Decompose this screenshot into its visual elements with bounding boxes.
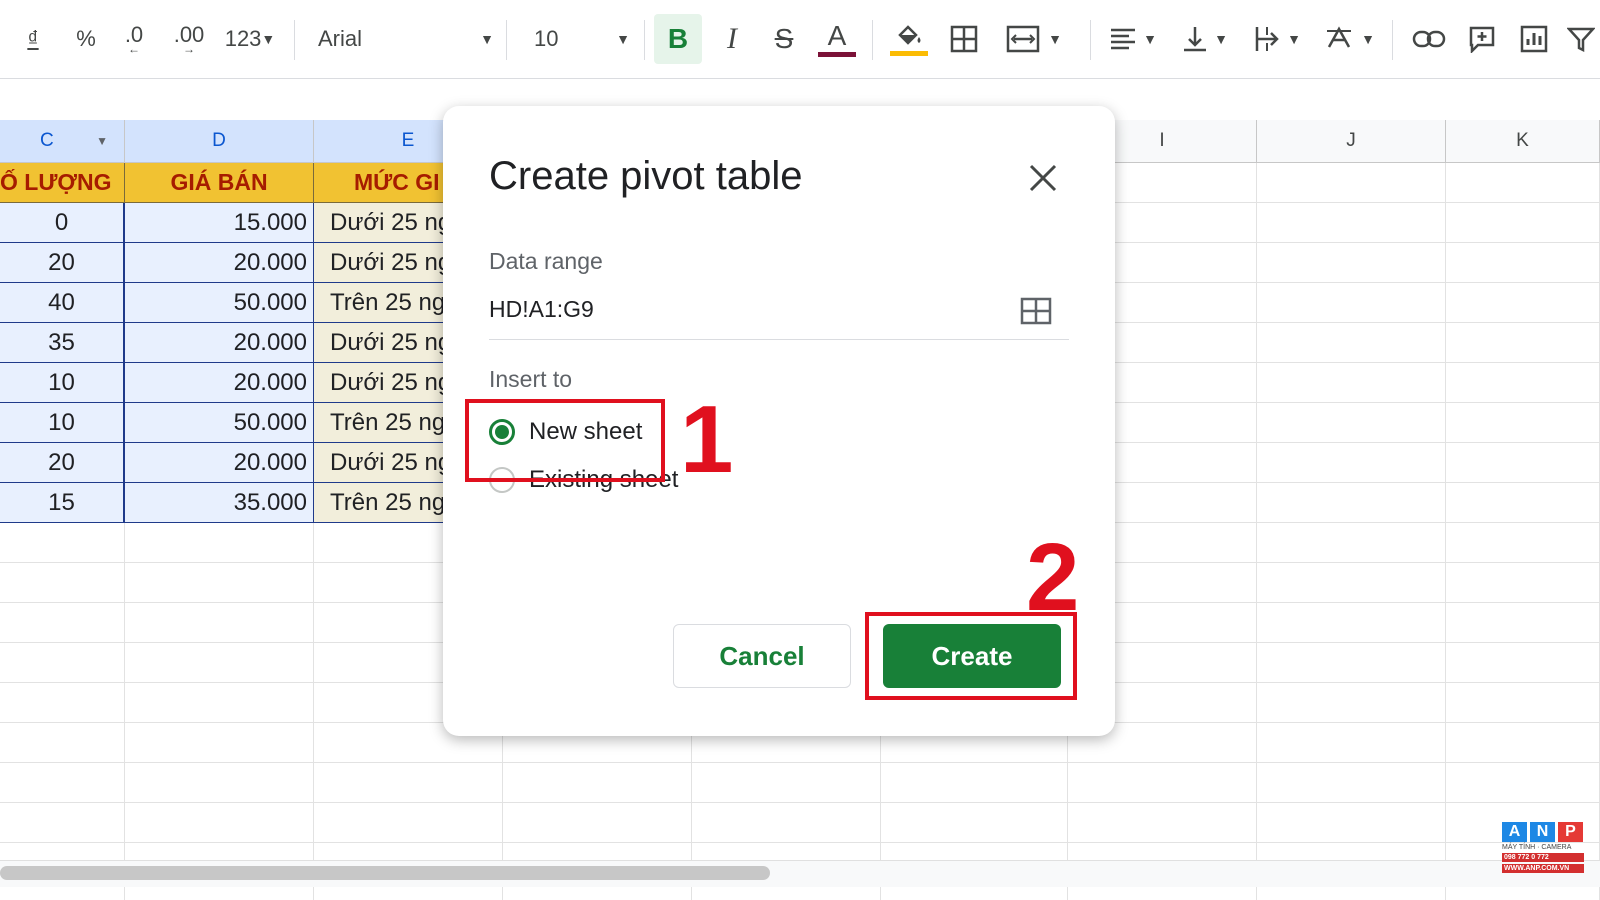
- logo-tagline: MÁY TÍNH · CAMERA: [1502, 844, 1572, 851]
- insert-to-label: Insert to: [489, 366, 573, 392]
- annotation-step-2: 2: [1026, 524, 1080, 631]
- cancel-button[interactable]: Cancel: [673, 624, 851, 688]
- logo-phone: 098 772 0 772: [1502, 853, 1584, 862]
- close-icon: [1029, 164, 1057, 192]
- data-range-input[interactable]: HD!A1:G9: [489, 296, 594, 323]
- dialog-title: Create pivot table: [489, 154, 803, 198]
- logo-letter: N: [1530, 822, 1555, 842]
- close-button[interactable]: [1023, 158, 1063, 198]
- data-range-underline: [489, 339, 1069, 340]
- annotation-step-1: 1: [680, 386, 734, 493]
- logo-website: WWW.ANP.COM.VN: [1502, 864, 1584, 873]
- logo-letter: P: [1558, 822, 1583, 842]
- select-range-button[interactable]: [1019, 296, 1053, 326]
- annotation-highlight-new-sheet: [465, 399, 665, 482]
- dialog-overlay: Create pivot table Data range HD!A1:G9 I…: [0, 0, 1600, 900]
- grid-icon: [1020, 297, 1052, 325]
- data-range-label: Data range: [489, 248, 603, 274]
- anp-logo: A N P MÁY TÍNH · CAMERA 098 772 0 772 WW…: [1502, 822, 1584, 886]
- logo-letters: A N P: [1502, 822, 1584, 842]
- logo-letter: A: [1502, 822, 1527, 842]
